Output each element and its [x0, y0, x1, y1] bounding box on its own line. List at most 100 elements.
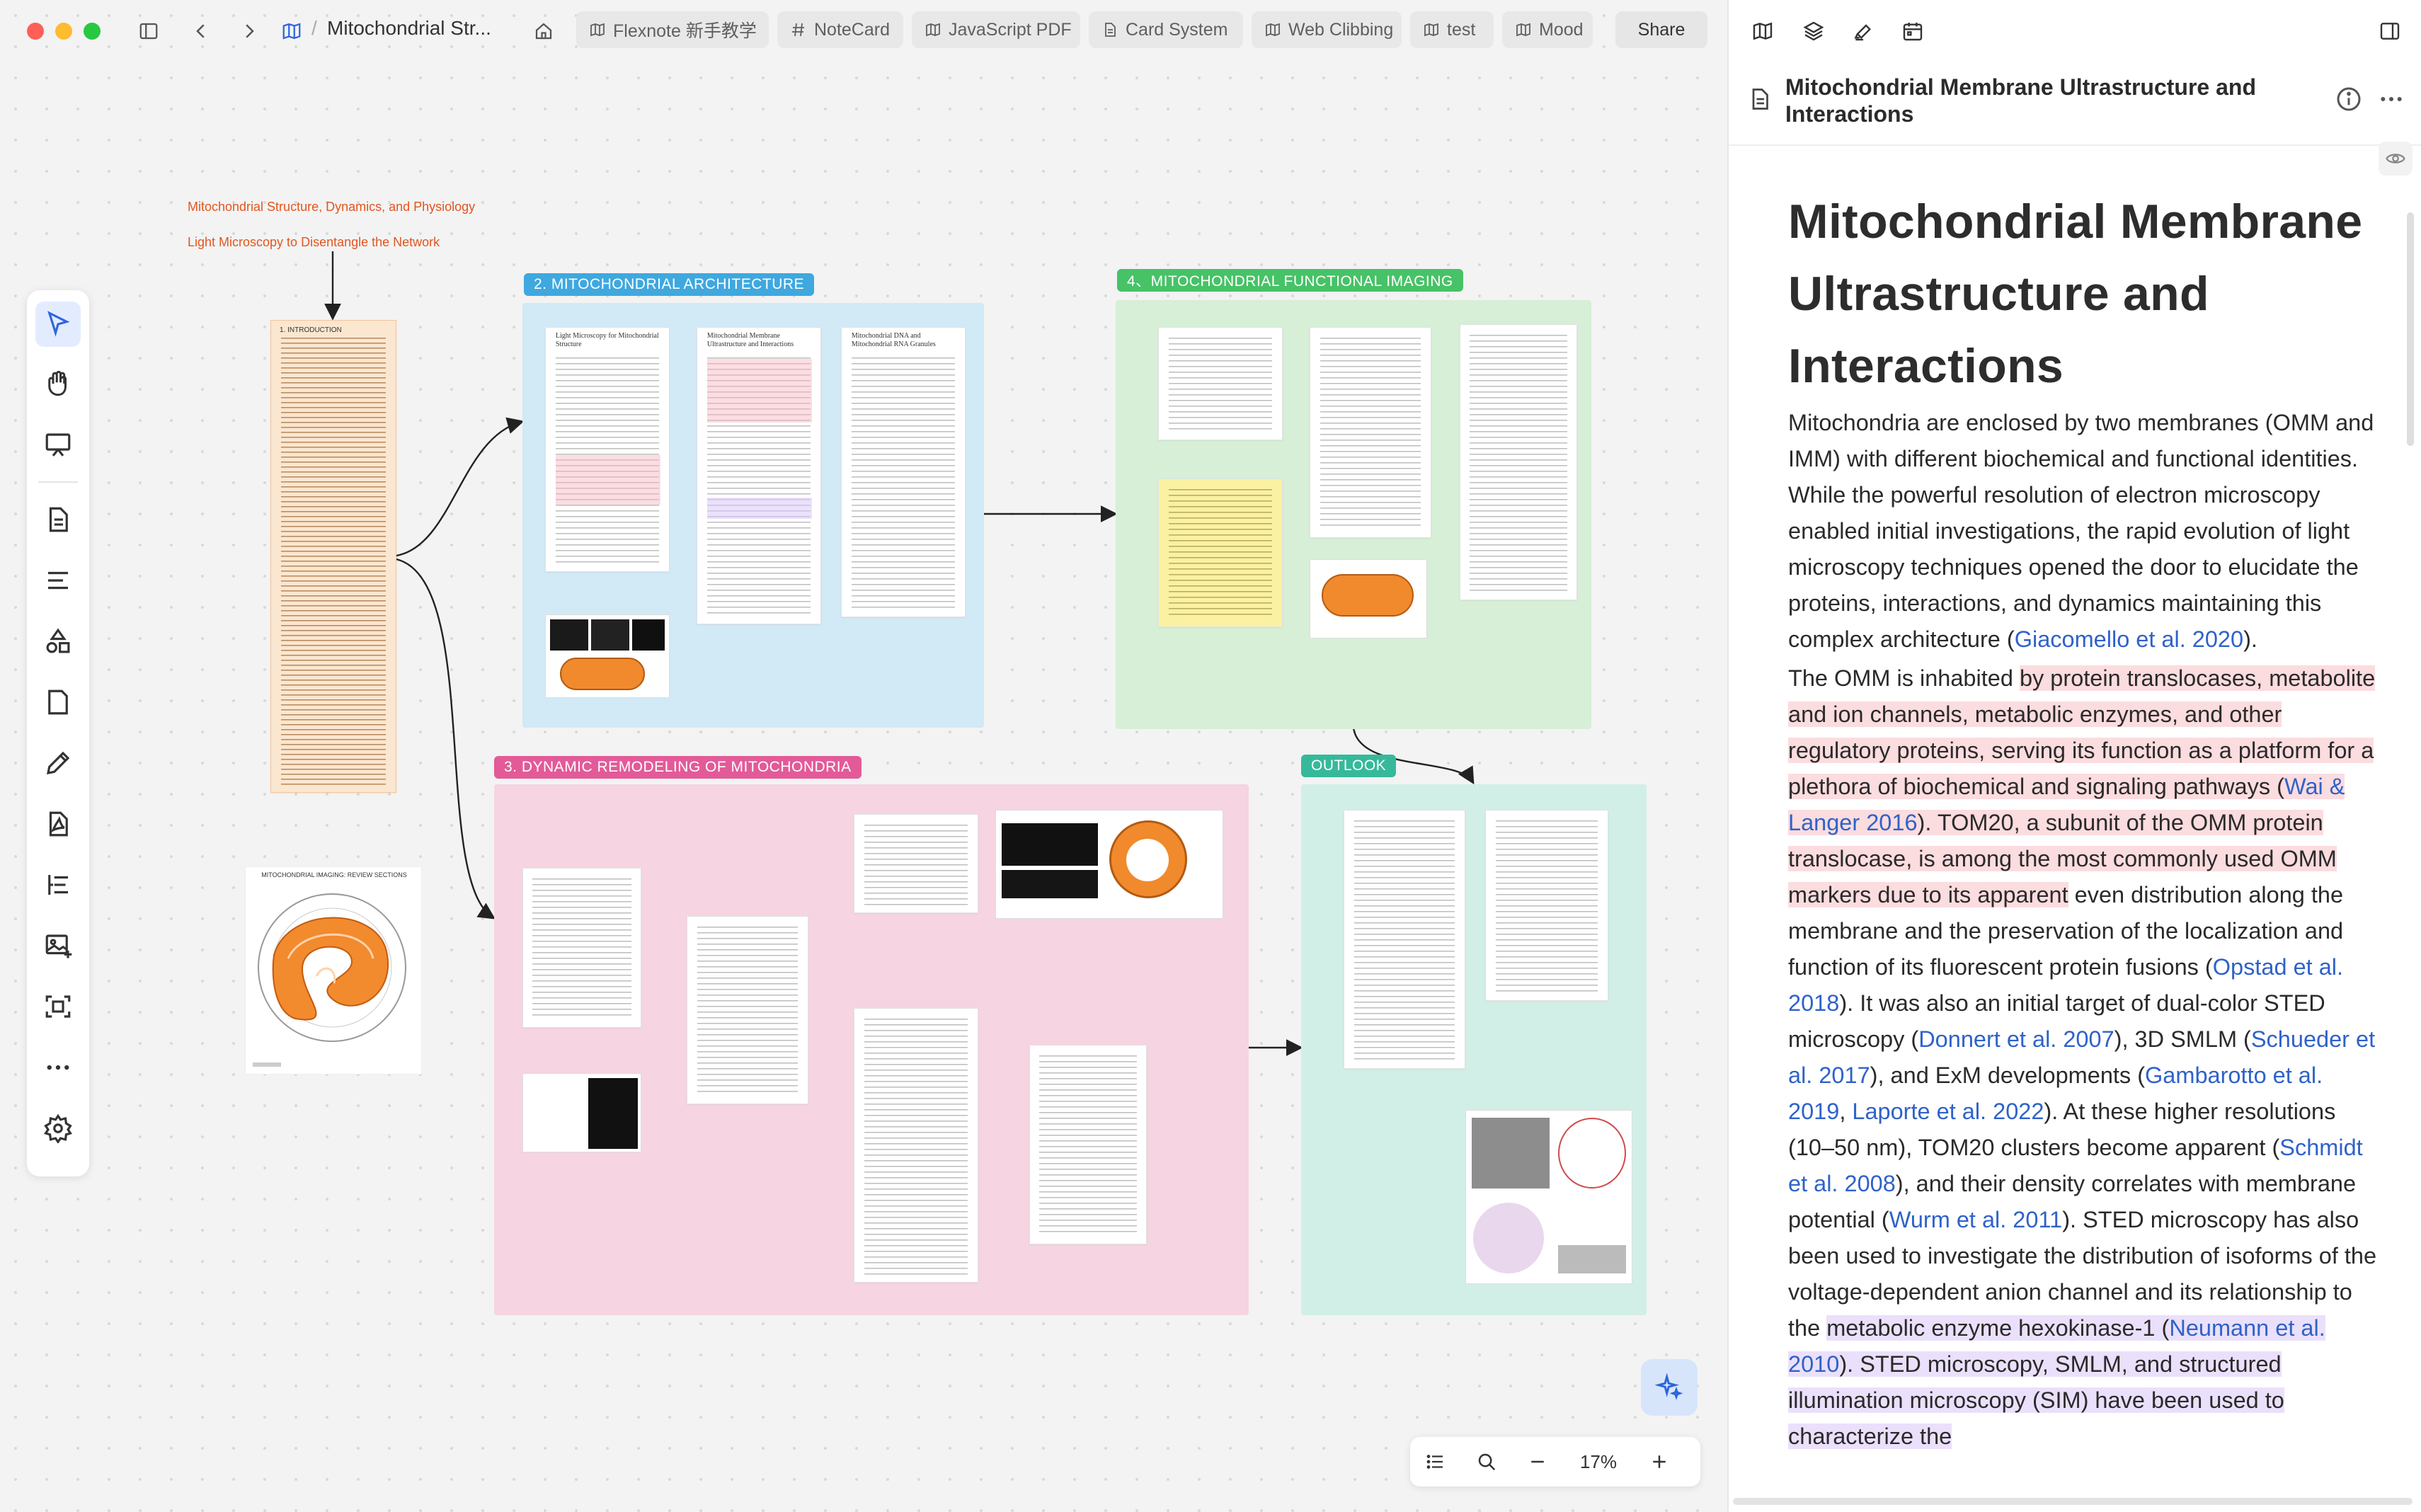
more-tools-button[interactable]	[35, 1045, 81, 1090]
plus-icon	[1653, 1455, 1666, 1468]
frame-remodeling-label[interactable]: 3. DYNAMIC REMODELING OF MITOCHONDRIA	[494, 756, 862, 779]
imaging-review-figure[interactable]: MITOCHONDRIAL IMAGING: REVIEW SECTIONS	[245, 866, 422, 1075]
outlook-page-2[interactable]	[1485, 810, 1608, 1001]
citation-link[interactable]: Laporte et al. 2022	[1852, 1099, 2044, 1124]
document-panel: Mitochondrial Membrane Ultrastructure an…	[1727, 0, 2421, 1512]
functional-page-4[interactable]	[1460, 324, 1577, 600]
citation-link[interactable]: Giacomello et al. 2020	[2015, 626, 2243, 652]
calendar-icon	[1903, 23, 1923, 41]
outline-tool-button[interactable]	[35, 862, 81, 907]
page-icon	[48, 689, 68, 715]
list-icon	[1426, 1455, 1443, 1469]
pdf-tool-button[interactable]	[35, 801, 81, 847]
scan-icon	[45, 995, 71, 1018]
image-icon	[45, 934, 72, 958]
remodeling-page-4[interactable]	[854, 1008, 978, 1283]
select-tool-button[interactable]	[35, 302, 81, 347]
presentation-tool-button[interactable]	[35, 422, 81, 467]
minus-icon	[1531, 1460, 1544, 1463]
highlight-pink: by protein translocases, metabolite and …	[1788, 665, 2376, 907]
document-tool-button[interactable]	[35, 497, 81, 542]
search-icon	[1478, 1453, 1496, 1471]
panel-header: Mitochondrial Membrane Ultrastructure an…	[1729, 68, 2421, 146]
remodeling-figure-1[interactable]	[522, 1073, 641, 1152]
document-icon	[49, 507, 68, 532]
remodeling-page-2[interactable]	[687, 916, 808, 1104]
presentation-icon	[45, 433, 71, 457]
intro-page-label: 1. INTRODUCTION	[280, 326, 342, 334]
sparkle-icon	[1655, 1373, 1683, 1400]
panel-title: Mitochondrial Membrane Ultrastructure an…	[1785, 74, 2256, 127]
shape-tool-button[interactable]	[35, 619, 81, 664]
document-heading: Mitochondrial Membrane Ultrastructure an…	[1788, 195, 2363, 393]
whiteboard-canvas[interactable]: / Mitochondrial Str... Flexnote 新手教学 Not…	[0, 0, 1727, 1512]
panel-toolbar	[1729, 0, 2421, 59]
more-dots-icon	[47, 1065, 69, 1070]
zoom-level[interactable]: 17%	[1563, 1451, 1634, 1473]
citation-link[interactable]: Donnert et al. 2007	[1918, 1026, 2114, 1052]
functional-page-2[interactable]	[1158, 479, 1283, 627]
pen-icon	[46, 751, 70, 775]
paragraph-2: The OMM is inhabited by protein transloc…	[1788, 665, 2377, 1449]
shapes-icon	[46, 628, 70, 653]
zoom-toolbar: 17%	[1410, 1437, 1700, 1487]
layers-icon	[1803, 21, 1824, 41]
frame-outlook-label[interactable]: OUTLOOK	[1301, 755, 1397, 777]
architecture-figure[interactable]	[545, 614, 670, 698]
intro-page[interactable]: 1. INTRODUCTION	[270, 320, 396, 793]
pen-tool-button[interactable]	[35, 740, 81, 786]
gear-icon	[43, 1113, 73, 1143]
image-tool-button[interactable]	[35, 923, 81, 968]
functional-figure[interactable]	[1310, 559, 1427, 638]
outlook-figure[interactable]	[1465, 1110, 1632, 1284]
architecture-page-3[interactable]: Mitochondrial DNA and Mitochondrial RNA …	[841, 327, 966, 617]
highlight-purple: metabolic enzyme hexokinase-1 (Neumann e…	[1788, 1315, 2325, 1449]
highlighter-button[interactable]	[1848, 16, 1879, 47]
zoom-out-button[interactable]	[1512, 1437, 1563, 1487]
frame-architecture-label[interactable]: 2. MITOCHONDRIAL ARCHITECTURE	[524, 273, 815, 296]
ai-assistant-button[interactable]	[1641, 1359, 1698, 1416]
text-tool-button[interactable]	[35, 558, 81, 603]
sidebar-right-icon	[2380, 23, 2400, 40]
info-icon[interactable]	[2335, 85, 2363, 113]
remodeling-page-5[interactable]	[1029, 1045, 1147, 1244]
calendar-button[interactable]	[1897, 16, 1928, 47]
settings-button[interactable]	[35, 1106, 81, 1151]
vertical-scrollbar[interactable]	[2407, 212, 2414, 446]
search-button[interactable]	[1461, 1437, 1512, 1487]
architecture-page-1[interactable]: Light Microscopy for Mitochondrial Struc…	[545, 327, 670, 572]
hand-icon	[48, 370, 67, 396]
functional-page-1[interactable]	[1158, 327, 1283, 440]
functional-page-3[interactable]	[1310, 327, 1431, 538]
remodeling-page-1[interactable]	[522, 868, 641, 1028]
more-dots-icon[interactable]	[2377, 85, 2405, 113]
remodeling-figure-2[interactable]	[995, 810, 1223, 919]
ocr-tool-button[interactable]	[35, 984, 81, 1029]
outlook-page-1[interactable]	[1344, 810, 1465, 1069]
architecture-page-2[interactable]: Mitochondrial Membrane Ultrastructure an…	[697, 327, 821, 624]
horizontal-scrollbar[interactable]	[1733, 1498, 2413, 1505]
highlighter-icon	[1854, 24, 1872, 41]
document-body[interactable]: Mitochondrial Membrane Ultrastructure an…	[1788, 185, 2383, 1455]
layers-button[interactable]	[1798, 16, 1829, 47]
list-view-button[interactable]	[1410, 1437, 1461, 1487]
remodeling-page-3[interactable]	[854, 814, 978, 913]
map-view-button[interactable]	[1747, 16, 1778, 47]
mitochondrion-diagram-icon	[253, 893, 406, 1067]
preview-toggle-button[interactable]	[2379, 142, 2413, 176]
paragraph-1: Mitochondria are enclosed by two membran…	[1788, 410, 2374, 652]
zoom-in-button[interactable]	[1634, 1437, 1685, 1487]
note-tool-button[interactable]	[35, 680, 81, 725]
cursor-icon	[47, 311, 70, 337]
outline-icon	[48, 875, 68, 895]
document-icon	[1752, 88, 1768, 110]
pdf-icon	[49, 811, 68, 837]
tool-palette	[27, 290, 89, 1176]
text-lines-icon	[48, 571, 68, 590]
eye-icon	[2386, 154, 2405, 164]
citation-link[interactable]: Wurm et al. 2011	[1889, 1207, 2062, 1232]
frame-functional-label[interactable]: 4、MITOCHONDRIAL FUNCTIONAL IMAGING	[1117, 269, 1463, 292]
panel-toggle-button[interactable]	[2374, 16, 2405, 47]
hand-tool-button[interactable]	[35, 361, 81, 406]
map-icon	[1753, 22, 1773, 40]
